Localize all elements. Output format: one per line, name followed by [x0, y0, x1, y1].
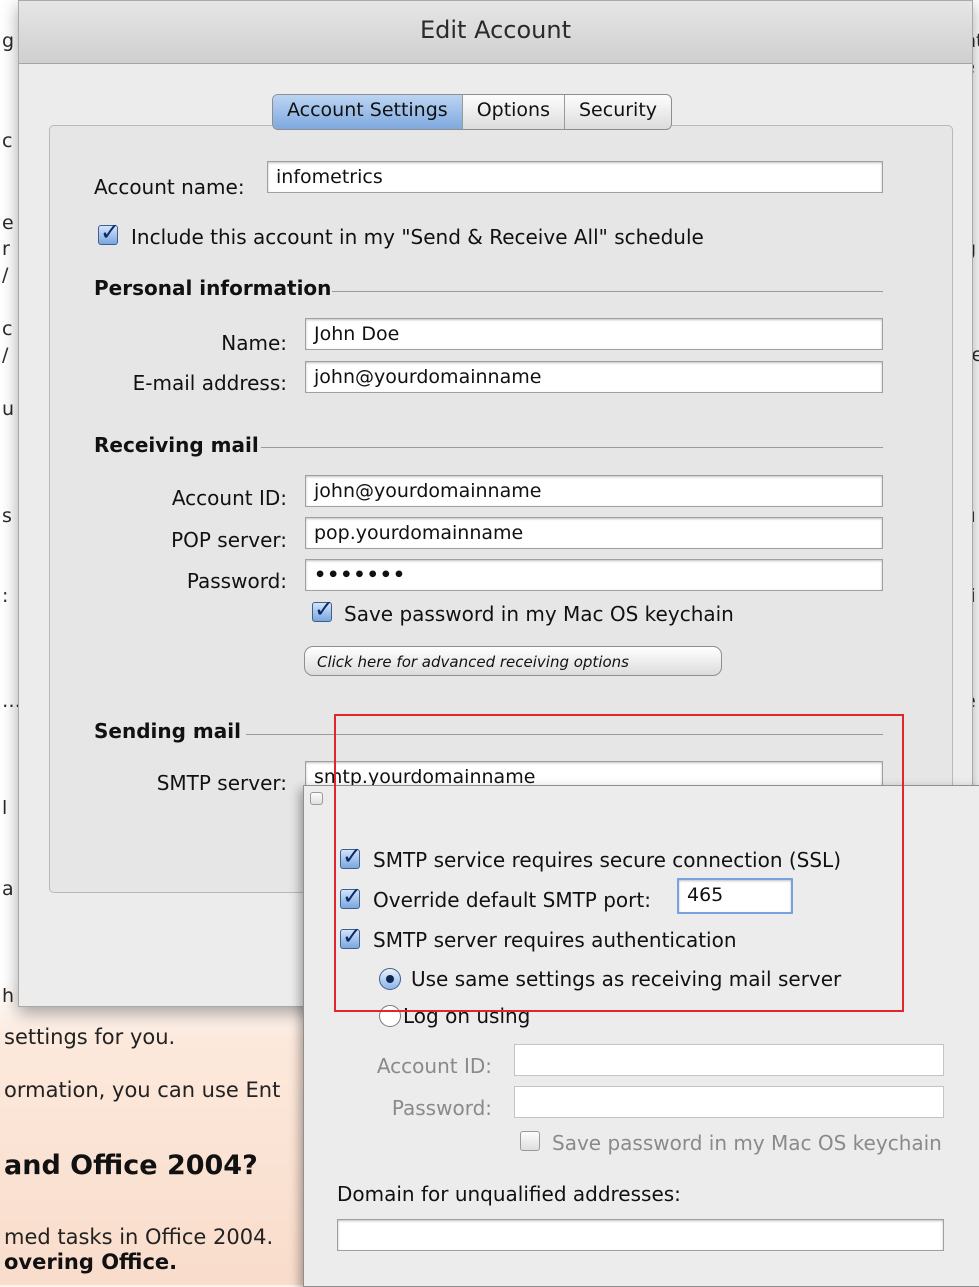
tab-account-settings[interactable]: Account Settings [273, 95, 462, 129]
popover-password-label: Password: [391, 1096, 492, 1120]
bg-fragment: c [2, 130, 13, 152]
bg-fragment: a [2, 878, 14, 900]
save-keychain-checkbox[interactable]: ✓ [312, 595, 334, 623]
password-input[interactable]: ••••••• [305, 559, 883, 591]
checkmark-icon: ✓ [314, 595, 335, 623]
include-schedule-checkbox[interactable]: ✓ [98, 218, 120, 246]
dialog-title: Edit Account [419, 16, 571, 44]
sending-mail-heading: Sending mail [94, 719, 241, 743]
checkmark-icon: ✓ [100, 218, 121, 246]
popover-account-id-input[interactable] [514, 1044, 944, 1076]
advanced-receiving-options-button[interactable]: Click here for advanced receiving option… [304, 646, 722, 676]
tab-options[interactable]: Options [461, 95, 564, 129]
popover-password-input[interactable] [514, 1086, 944, 1118]
bg-fragment: g [2, 30, 15, 52]
bg-fragment: e [2, 212, 14, 234]
bg-heading: and Office 2004? [4, 1150, 258, 1181]
bg-fragment: h [2, 985, 15, 1007]
save-keychain-label: Save password in my Mac OS keychain [344, 602, 734, 626]
include-schedule-label: Include this account in my "Send & Recei… [131, 225, 704, 249]
account-id-label: Account ID: [171, 486, 287, 510]
domain-label: Domain for unqualified addresses: [337, 1182, 681, 1206]
pop-server-label: POP server: [171, 528, 287, 552]
email-input[interactable]: john@yourdomainname [305, 361, 883, 393]
bg-fragment: u [2, 398, 15, 420]
bg-fragment: s [2, 505, 12, 527]
title-bar[interactable]: Edit Account [19, 1, 972, 64]
highlight-annotation-box [334, 714, 904, 1012]
section-divider [332, 291, 883, 292]
bg-text-line: ormation, you can use Ent [4, 1078, 281, 1102]
bg-bold-line: overing Office. [4, 1250, 178, 1274]
tab-bar: Account Settings Options Security [272, 94, 673, 130]
section-divider [261, 447, 883, 448]
bg-text-line: med tasks in Office 2004. [4, 1225, 274, 1249]
receiving-mail-heading: Receiving mail [94, 433, 259, 457]
bg-fragment: : [2, 585, 9, 607]
bg-fragment: r [2, 238, 10, 260]
popover-account-id-label: Account ID: [376, 1054, 492, 1078]
bg-fragment: c [2, 318, 13, 340]
bg-text-line: settings for you. [4, 1025, 176, 1049]
bg-fragment: / [2, 264, 9, 286]
bg-fragment: / [2, 344, 9, 366]
popover-save-keychain-checkbox[interactable] [520, 1131, 540, 1151]
smtp-server-label: SMTP server: [156, 771, 287, 795]
popover-corner-box[interactable] [310, 792, 323, 805]
name-label: Name: [221, 331, 287, 355]
pop-server-input[interactable]: pop.yourdomainname [305, 517, 883, 549]
password-label: Password: [186, 569, 287, 593]
account-name-input[interactable]: infometrics [267, 161, 883, 193]
tab-security[interactable]: Security [564, 95, 671, 129]
email-label: E-mail address: [132, 371, 287, 395]
account-name-label: Account name: [94, 175, 245, 199]
name-input[interactable]: John Doe [305, 318, 883, 350]
personal-info-heading: Personal information [94, 276, 332, 300]
account-id-input[interactable]: john@yourdomainname [305, 475, 883, 507]
popover-save-keychain-label: Save password in my Mac OS keychain [552, 1131, 942, 1155]
domain-input[interactable] [337, 1219, 944, 1251]
bg-fragment: l [2, 797, 8, 819]
